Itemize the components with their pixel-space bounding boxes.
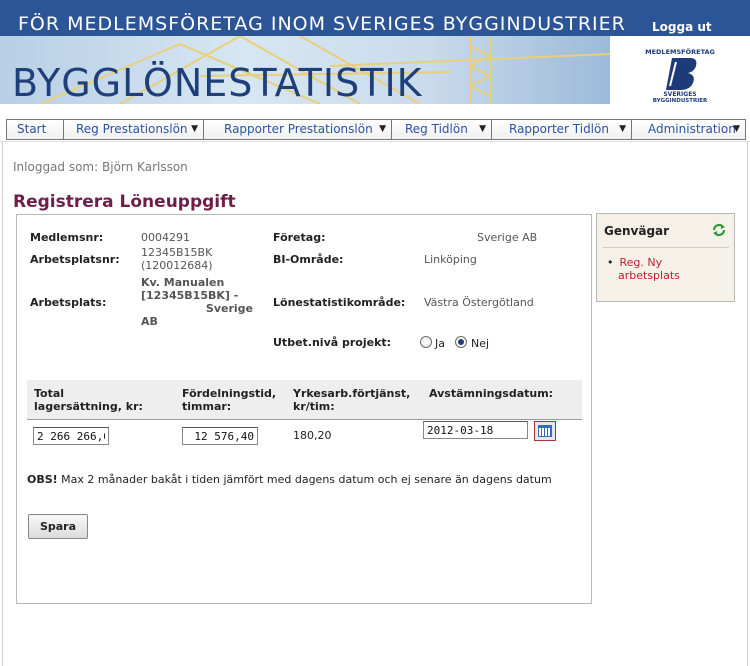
column-header-line: kr/tim: <box>293 400 335 413</box>
logo-bottom-text-line1: SVERIGES <box>663 91 696 98</box>
calendar-button[interactable] <box>534 421 556 441</box>
workplace-no-value-line1: 12345B15BK <box>141 246 213 259</box>
shortcut-link-line1: Reg. Ny <box>619 256 663 269</box>
column-header-line: timmar: <box>182 400 232 413</box>
nav-item-reg-prestationslon[interactable]: Reg Prestationslön ▼ <box>64 120 204 139</box>
date-notice: OBS! Max 2 månader bakåt i tiden jämfört… <box>27 473 552 486</box>
shortcut-link-line2: arbetsplats <box>618 269 680 282</box>
column-header-total-wage: Total lagersättning, kr: <box>34 387 143 413</box>
radio-nej[interactable] <box>455 336 467 348</box>
refresh-icon[interactable] <box>710 221 728 239</box>
nav-item-rapporter-prestationslon[interactable]: Rapporter Prestationslön ▼ <box>204 120 392 139</box>
column-header-line: lagersättning, kr: <box>34 400 143 413</box>
logo-emblem-icon: MEDLEMSFÖRETAG SVERIGES BYGGINDUSTRIER <box>645 41 715 104</box>
reconciliation-date-input[interactable] <box>423 421 528 439</box>
header-banner: FÖR MEDLEMSFÖRETAG INOM SVERIGES BYGGIND… <box>0 0 750 104</box>
column-header-earnings-per-hour: Yrkesarb.förtjänst, kr/tim: <box>293 387 410 413</box>
workplace-value-line1: Kv. Manualen <box>141 276 225 289</box>
save-button[interactable]: Spara <box>28 514 88 539</box>
page-title: Registrera Löneuppgift <box>13 192 236 212</box>
workplace-label: Arbetsplats: <box>30 296 107 309</box>
workplace-value-line4: AB <box>141 315 158 328</box>
workplace-value: Kv. Manualen [12345B15BK] - Sverige AB <box>141 276 253 328</box>
workplace-value-line2: [12345B15BK] - <box>141 289 239 302</box>
logged-in-info: Inloggad som: Björn Karlsson <box>13 160 188 174</box>
shortcuts-panel: Genvägar • Reg. Ny arbetsplats <box>596 213 735 302</box>
company-label: Företag: <box>273 231 326 244</box>
column-header-line: Avstämningsdatum: <box>429 387 554 400</box>
member-no-value: 0004291 <box>141 231 190 244</box>
workplace-value-line3: Sverige <box>205 302 253 315</box>
nav-item-start[interactable]: Start <box>7 120 64 139</box>
wage-table: Total lagersättning, kr: Fördelningstid,… <box>27 380 582 450</box>
column-header-line: Total <box>34 387 65 400</box>
notice-text: Max 2 månader bakåt i tiden jämfört med … <box>57 473 552 486</box>
column-header-distribution-time: Fördelningstid, timmar: <box>182 387 276 413</box>
logged-in-user: Björn Karlsson <box>102 160 188 174</box>
nav-item-administration[interactable]: Administration ▼ <box>632 120 745 139</box>
nav-item-label: Reg Tidlön <box>405 122 468 136</box>
shortcuts-divider <box>603 247 729 248</box>
logout-link[interactable]: Logga ut <box>652 20 712 34</box>
main-nav: Start Reg Prestationslön ▼ Rapporter Pre… <box>6 119 746 140</box>
logo: MEDLEMSFÖRETAG SVERIGES BYGGINDUSTRIER <box>610 36 750 104</box>
distribution-time-input[interactable] <box>182 427 258 445</box>
nav-item-rapporter-tidlon[interactable]: Rapporter Tidlön ▼ <box>492 120 632 139</box>
column-header-line: Yrkesarb.förtjänst, <box>293 387 411 400</box>
radio-ja-label: Ja <box>435 337 445 350</box>
notice-prefix: OBS! <box>27 473 58 486</box>
dropdown-arrow-icon: ▼ <box>619 124 626 134</box>
table-header-row: Total lagersättning, kr: Fördelningstid,… <box>27 380 582 420</box>
banner-tagline: FÖR MEDLEMSFÖRETAG INOM SVERIGES BYGGIND… <box>18 13 626 35</box>
nav-area: Start Reg Prestationslön ▼ Rapporter Pre… <box>0 104 750 142</box>
radio-ja[interactable] <box>420 336 432 348</box>
dropdown-arrow-icon: ▼ <box>379 124 386 134</box>
form-panel: Medlemsnr: 0004291 Arbetsplatsnr: 12345B… <box>16 214 592 604</box>
bullet-icon: • <box>607 256 614 269</box>
radio-nej-label: Nej <box>471 337 490 350</box>
nav-item-label: Reg Prestationslön <box>76 122 188 136</box>
column-header-reconciliation-date: Avstämningsdatum: <box>429 387 553 400</box>
nav-item-label: Start <box>17 122 47 136</box>
logo-top-text: MEDLEMSFÖRETAG <box>645 47 715 56</box>
dropdown-arrow-icon: ▼ <box>733 124 740 134</box>
nav-item-label: Rapporter Prestationslön <box>224 122 373 136</box>
workplace-no-value: 12345B15BK (120012684) <box>141 246 213 272</box>
bi-area-label: BI-Område: <box>273 253 344 266</box>
payment-level-label: Utbet.nivå projekt: <box>273 336 392 349</box>
workplace-no-label: Arbetsplatsnr: <box>30 253 120 266</box>
shortcuts-title: Genvägar <box>604 224 670 238</box>
nav-item-reg-tidlon[interactable]: Reg Tidlön ▼ <box>392 120 492 139</box>
company-value: Sverige AB <box>477 231 538 244</box>
member-no-label: Medlemsnr: <box>30 231 104 244</box>
earnings-per-hour-value: 180,20 <box>293 429 332 442</box>
logged-in-prefix: Inloggad som: <box>13 160 99 174</box>
site-title: BYGGLÖNESTATISTIK <box>12 61 423 104</box>
nav-item-label: Administration <box>648 122 736 136</box>
total-wage-input[interactable] <box>33 427 109 445</box>
calendar-icon <box>538 425 552 437</box>
bi-area-value: Linköping <box>424 253 477 266</box>
wage-stat-area-label: Lönestatistikområde: <box>273 296 406 309</box>
nav-item-label: Rapporter Tidlön <box>509 122 609 136</box>
wage-stat-area-value: Västra Östergötland <box>424 296 534 309</box>
workplace-no-value-line2: (120012684) <box>141 259 213 272</box>
shortcut-new-workplace[interactable]: • Reg. Ny arbetsplats <box>607 256 680 282</box>
dropdown-arrow-icon: ▼ <box>191 124 198 134</box>
column-header-line: Fördelningstid, <box>182 387 277 400</box>
dropdown-arrow-icon: ▼ <box>479 124 486 134</box>
